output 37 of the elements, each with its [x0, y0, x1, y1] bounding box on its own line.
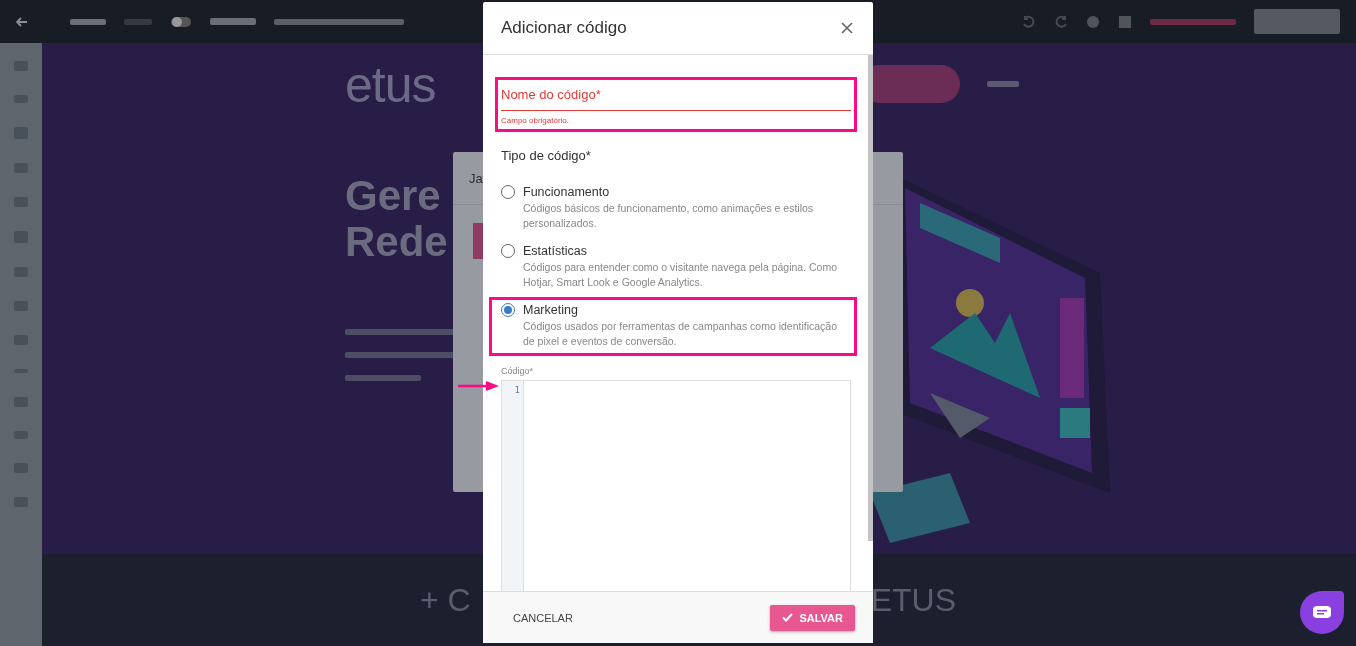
close-button[interactable] [839, 20, 855, 36]
error-message: Campo obrigatório. [501, 116, 571, 127]
blurred-text [987, 81, 1019, 87]
option-description: Códigos para entender como o visitante navega pela página. Como Hotjar, Smart Look e Google Analytics. [523, 260, 839, 290]
option-label[interactable]: Funcionamento [523, 184, 848, 201]
headline: Gere [345, 173, 442, 219]
line-number: 1 [514, 385, 520, 395]
cancel-button[interactable]: CANCELAR [501, 605, 585, 630]
logo: etus [345, 57, 437, 113]
code-label: Código* [501, 366, 535, 376]
chat-icon [1313, 606, 1331, 619]
option-description: Códigos usados por ferramentas de campanhas como identificação de pixel e eventos de conversão. [523, 319, 838, 349]
square-icon[interactable] [1118, 14, 1132, 29]
undo-icon[interactable] [1022, 14, 1036, 29]
circle-icon[interactable] [1086, 14, 1100, 29]
footer-text: ETUS [870, 581, 957, 619]
pointer-arrow [456, 380, 500, 392]
scrollbar[interactable] [868, 55, 873, 541]
name-field-label: Nome do código* [501, 86, 602, 103]
blurred-text [124, 18, 152, 25]
back-arrow-icon[interactable] [16, 16, 28, 27]
type-label: Tipo de código* [501, 148, 592, 163]
code-editor[interactable]: 1 [501, 380, 851, 591]
blurred-text [70, 18, 106, 25]
blurred-text [210, 18, 256, 25]
publish-button[interactable] [1254, 9, 1340, 34]
footer-text: + C [420, 581, 471, 619]
name-input-line[interactable] [501, 110, 851, 111]
check-icon [782, 613, 794, 622]
option-label[interactable]: Estatísticas [523, 243, 848, 260]
dialog-title: Ja [469, 170, 483, 186]
option-description: Códigos básicos de funcionamento, como animações e estilos personalizados. [523, 201, 815, 231]
dialog-title: Adicionar código [501, 18, 627, 38]
toggle-icon[interactable] [170, 15, 192, 28]
headline: Rede [345, 219, 449, 265]
option-label[interactable]: Marketing [523, 302, 848, 319]
redo-icon[interactable] [1054, 14, 1068, 29]
